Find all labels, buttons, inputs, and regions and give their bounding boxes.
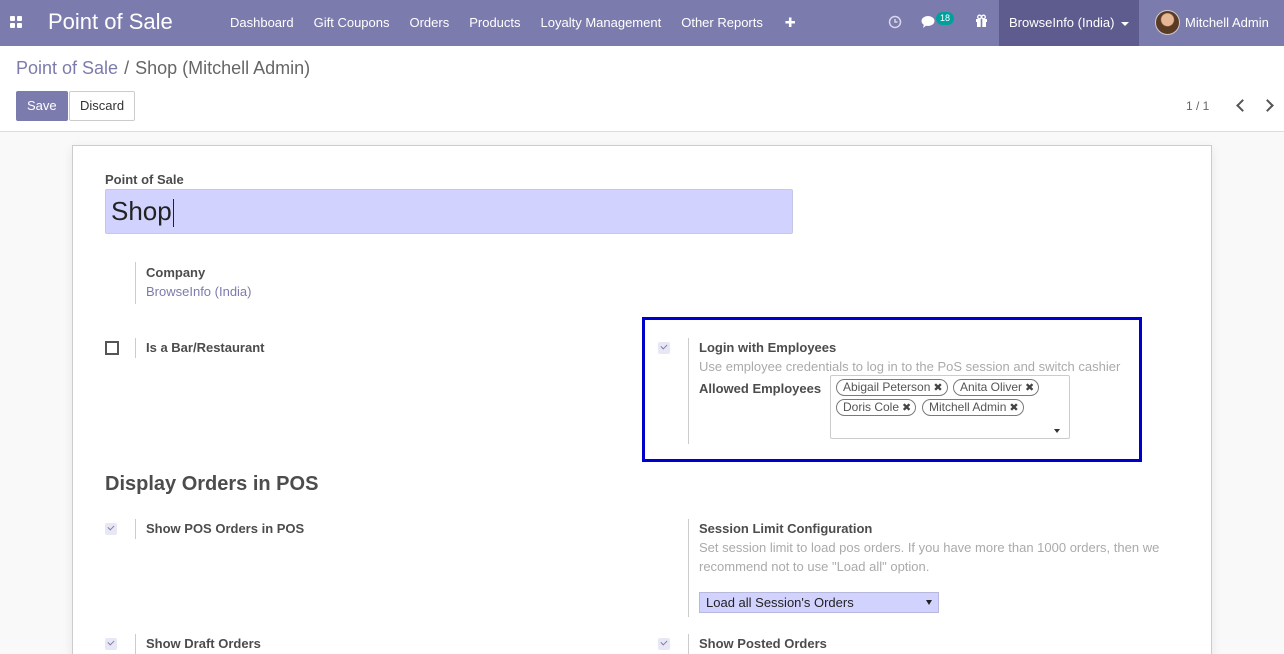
clock-icon[interactable] bbox=[888, 15, 902, 29]
company-label: Company bbox=[146, 265, 206, 280]
employee-tag[interactable]: Anita Oliver ✖ bbox=[953, 379, 1040, 396]
session-limit-help-line-1: Set session limit to load pos orders. If… bbox=[699, 540, 1160, 555]
menu-dashboard[interactable]: Dashboard bbox=[220, 0, 304, 46]
divider bbox=[135, 262, 136, 304]
session-limit-select-value: Load all Session's Orders bbox=[706, 595, 854, 610]
menu-gift-coupons[interactable]: Gift Coupons bbox=[304, 0, 400, 46]
divider bbox=[135, 338, 136, 358]
show-draft-orders-checkbox[interactable] bbox=[105, 638, 117, 650]
chevron-right-icon[interactable] bbox=[1262, 98, 1276, 112]
show-posted-orders-checkbox[interactable] bbox=[658, 638, 670, 650]
control-panel: Point of Sale / Shop (Mitchell Admin) Save… bbox=[0, 46, 1284, 132]
main-menu: Dashboard Gift Coupons Orders Products L… bbox=[220, 0, 808, 46]
close-icon[interactable]: ✖ bbox=[902, 402, 911, 414]
login-with-employees-label: Login with Employees bbox=[699, 340, 837, 355]
close-icon[interactable]: ✖ bbox=[1025, 382, 1034, 394]
company-switcher[interactable]: BrowseInfo (India) bbox=[999, 0, 1139, 46]
caret-down-icon bbox=[926, 600, 932, 605]
show-posted-orders-label: Show Posted Orders bbox=[699, 636, 827, 651]
divider bbox=[135, 634, 136, 654]
chevron-down-icon bbox=[1120, 21, 1129, 26]
chevron-left-icon[interactable] bbox=[1233, 98, 1247, 112]
user-menu[interactable]: Mitchell Admin bbox=[1185, 0, 1269, 46]
close-icon[interactable]: ✖ bbox=[933, 382, 942, 394]
menu-other-reports[interactable]: Other Reports bbox=[671, 0, 773, 46]
breadcrumb-current: Shop (Mitchell Admin) bbox=[135, 58, 311, 78]
pager-value[interactable]: 1 / 1 bbox=[1186, 99, 1209, 113]
caret-down-icon[interactable] bbox=[1054, 429, 1060, 433]
name-input[interactable]: Shop bbox=[105, 189, 793, 234]
show-pos-orders-checkbox[interactable] bbox=[105, 523, 117, 535]
employee-tag-label: Abigail Peterson bbox=[843, 380, 931, 394]
breadcrumb-parent[interactable]: Point of Sale bbox=[16, 58, 118, 78]
menu-orders[interactable]: Orders bbox=[399, 0, 459, 46]
divider bbox=[688, 338, 689, 444]
save-button[interactable]: Save bbox=[16, 91, 68, 121]
allowed-employees-field[interactable]: Abigail Peterson ✖ Anita Oliver ✖ Doris Co… bbox=[830, 375, 1070, 439]
show-draft-orders-label: Show Draft Orders bbox=[146, 636, 261, 651]
menu-products[interactable]: Products bbox=[459, 0, 530, 46]
close-icon[interactable]: ✖ bbox=[1009, 402, 1018, 414]
employee-tag[interactable]: Abigail Peterson ✖ bbox=[836, 379, 948, 396]
top-navbar: Point of Sale Dashboard Gift Coupons Ord… bbox=[0, 0, 1284, 46]
employee-tag[interactable]: Mitchell Admin ✖ bbox=[922, 399, 1024, 416]
name-input-value: Shop bbox=[111, 196, 172, 226]
divider bbox=[688, 634, 689, 654]
is-bar-restaurant-checkbox[interactable] bbox=[105, 341, 119, 355]
text-cursor bbox=[172, 199, 174, 228]
section-title: Display Orders in POS bbox=[105, 473, 319, 495]
company-link[interactable]: BrowseInfo (India) bbox=[146, 284, 252, 299]
company-switcher-label: BrowseInfo (India) bbox=[1009, 15, 1115, 30]
add-menu-icon[interactable]: ✚ bbox=[773, 0, 808, 46]
messages-count-badge: 18 bbox=[936, 12, 955, 25]
employee-tag-label: Doris Cole bbox=[843, 400, 900, 414]
employee-tag[interactable]: Doris Cole ✖ bbox=[836, 399, 917, 416]
allowed-employees-label: Allowed Employees bbox=[699, 381, 822, 396]
session-limit-help-line-2: recommend not to use "Load all" option. bbox=[699, 559, 930, 574]
is-bar-restaurant-label: Is a Bar/Restaurant bbox=[146, 340, 265, 355]
avatar[interactable] bbox=[1155, 10, 1180, 35]
discard-button[interactable]: Discard bbox=[69, 91, 136, 121]
gift-icon[interactable] bbox=[975, 14, 988, 28]
employee-tag-label: Mitchell Admin bbox=[929, 400, 1007, 414]
divider bbox=[688, 519, 689, 617]
menu-loyalty-management[interactable]: Loyalty Management bbox=[531, 0, 672, 46]
show-pos-orders-label: Show POS Orders in POS bbox=[146, 521, 305, 536]
app-title: Point of Sale bbox=[48, 9, 173, 34]
breadcrumb: Point of Sale / Shop (Mitchell Admin) bbox=[16, 58, 310, 79]
chat-icon[interactable] bbox=[921, 15, 937, 29]
login-with-employees-checkbox[interactable] bbox=[658, 342, 670, 354]
employee-tag-label: Anita Oliver bbox=[960, 380, 1023, 394]
divider bbox=[135, 519, 136, 539]
session-limit-label: Session Limit Configuration bbox=[699, 521, 873, 536]
breadcrumb-separator: / bbox=[124, 58, 130, 78]
session-limit-select[interactable]: Load all Session's Orders bbox=[699, 592, 939, 613]
login-with-employees-help: Use employee credentials to log in to th… bbox=[699, 359, 1121, 374]
apps-menu-icon[interactable] bbox=[10, 16, 22, 28]
name-label: Point of Sale bbox=[105, 172, 184, 187]
